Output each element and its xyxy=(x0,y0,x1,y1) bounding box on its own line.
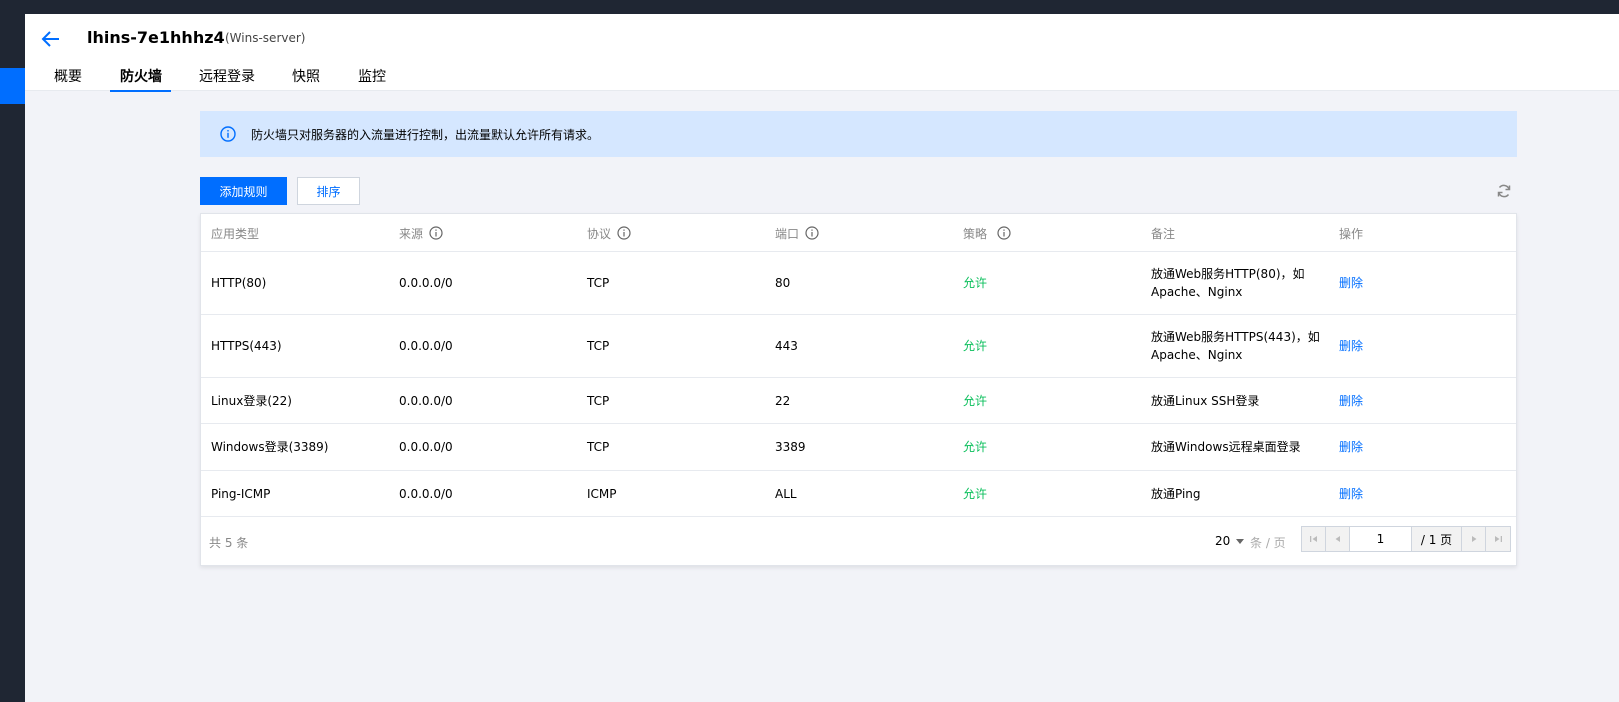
tab-firewall[interactable]: 防火墙 xyxy=(110,66,171,92)
cell-policy: 允许 xyxy=(963,276,988,290)
table-row: Linux登录(22) 0.0.0.0/0 TCP 22 允许 放通Linux … xyxy=(201,378,1516,424)
tab-overview[interactable]: 概要 xyxy=(54,66,82,91)
column-header-source: 来源 xyxy=(399,214,443,252)
cell-note: 放通Linux SSH登录 xyxy=(1151,393,1260,408)
cell-note: 放通Web服务HTTP(80)，如Apache、Nginx xyxy=(1151,267,1305,299)
first-page-icon[interactable] xyxy=(1302,527,1326,551)
add-rule-button[interactable]: 添加规则 xyxy=(200,177,287,205)
cell-port: 22 xyxy=(775,393,791,408)
info-circle-icon[interactable] xyxy=(805,226,819,240)
page-subtitle: (Wins-server) xyxy=(225,31,306,45)
cell-note: 放通Web服务HTTPS(443)，如Apache、Nginx xyxy=(1151,330,1320,362)
cell-port: 3389 xyxy=(775,440,806,454)
refresh-icon[interactable] xyxy=(1496,183,1512,199)
delete-link[interactable]: 删除 xyxy=(1339,471,1363,516)
per-page-label: 条 / 页 xyxy=(1250,536,1286,550)
caret-down-icon xyxy=(1236,538,1245,544)
column-header-label: 来源 xyxy=(399,226,424,241)
info-notice: 防火墙只对服务器的入流量进行控制，出流量默认允许所有请求。 xyxy=(200,111,1517,157)
cell-protocol: TCP xyxy=(587,339,610,353)
cell-app-type: HTTPS(443) xyxy=(211,339,282,353)
column-header-protocol: 协议 xyxy=(587,214,631,252)
cell-port: 80 xyxy=(775,276,791,290)
info-icon xyxy=(220,126,236,142)
cell-note: 放通Windows远程桌面登录 xyxy=(1151,440,1301,454)
cell-source: 0.0.0.0/0 xyxy=(399,339,453,353)
page-number-input[interactable] xyxy=(1350,527,1412,551)
table-row: HTTP(80) 0.0.0.0/0 TCP 80 允许 放通Web服务HTTP… xyxy=(201,252,1516,315)
last-page-icon[interactable] xyxy=(1486,527,1510,551)
column-header-label: 应用类型 xyxy=(211,226,260,241)
cell-port: ALL xyxy=(775,486,797,501)
delete-link[interactable]: 删除 xyxy=(1339,252,1363,314)
cell-policy: 允许 xyxy=(963,393,988,408)
column-header-label: 备注 xyxy=(1151,226,1176,241)
cell-protocol: ICMP xyxy=(587,486,617,501)
page-size-select[interactable]: 20 xyxy=(1215,534,1245,548)
page-size-value: 20 xyxy=(1215,534,1231,548)
column-header-label: 端口 xyxy=(775,226,800,241)
cell-protocol: TCP xyxy=(587,440,610,454)
cell-port: 443 xyxy=(775,339,798,353)
sidebar xyxy=(0,14,25,702)
delete-link[interactable]: 删除 xyxy=(1339,378,1363,423)
column-header-label: 协议 xyxy=(587,226,612,241)
cell-app-type: Linux登录(22) xyxy=(211,393,292,408)
cell-protocol: TCP xyxy=(587,393,610,408)
cell-app-type: Windows登录(3389) xyxy=(211,440,329,454)
cell-note: 放通Ping xyxy=(1151,486,1201,501)
column-header-label: 操作 xyxy=(1339,226,1364,241)
cell-source: 0.0.0.0/0 xyxy=(399,393,453,408)
total-count: 共 5 条 xyxy=(209,536,249,550)
cell-app-type: HTTP(80) xyxy=(211,276,267,290)
sidebar-active-item[interactable] xyxy=(0,68,25,104)
table-row: Windows登录(3389) 0.0.0.0/0 TCP 3389 允许 放通… xyxy=(201,424,1516,471)
pagination: / 1 页 xyxy=(1301,526,1511,552)
info-circle-icon[interactable] xyxy=(617,226,631,240)
column-header-action: 操作 xyxy=(1339,214,1363,252)
prev-page-icon[interactable] xyxy=(1326,527,1350,551)
table-header: 应用类型 来源 协议 端口 策略 备注 操作 xyxy=(201,214,1516,252)
tab-snapshot[interactable]: 快照 xyxy=(292,66,320,91)
tab-remote-login[interactable]: 远程登录 xyxy=(199,66,255,91)
column-header-label: 策略 xyxy=(963,226,988,241)
back-arrow-icon[interactable] xyxy=(41,30,61,48)
cell-policy: 允许 xyxy=(963,486,988,501)
table-row: HTTPS(443) 0.0.0.0/0 TCP 443 允许 放通Web服务H… xyxy=(201,315,1516,378)
cell-policy: 允许 xyxy=(963,440,988,454)
info-circle-icon[interactable] xyxy=(997,226,1011,240)
cell-policy: 允许 xyxy=(963,339,988,353)
info-circle-icon[interactable] xyxy=(429,226,443,240)
page-title: lhins-7e1hhhz4 xyxy=(87,28,225,47)
tab-monitoring[interactable]: 监控 xyxy=(358,66,386,91)
table-footer: 共 5 条 20 条 / 页 / 1 页 xyxy=(201,517,1516,565)
column-header-port: 端口 xyxy=(775,214,819,252)
cell-app-type: Ping-ICMP xyxy=(211,486,271,501)
cell-source: 0.0.0.0/0 xyxy=(399,440,453,454)
cell-protocol: TCP xyxy=(587,276,610,290)
sort-button[interactable]: 排序 xyxy=(297,177,360,205)
delete-link[interactable]: 删除 xyxy=(1339,315,1363,377)
top-bar xyxy=(0,0,1619,14)
cell-source: 0.0.0.0/0 xyxy=(399,276,453,290)
next-page-icon[interactable] xyxy=(1462,527,1486,551)
firewall-rules-table: 应用类型 来源 协议 端口 策略 备注 操作 HTTP(80) 0.0.0.0/… xyxy=(200,213,1517,566)
column-header-app-type: 应用类型 xyxy=(211,214,259,252)
page-header: lhins-7e1hhhz4 (Wins-server) 概要 防火墙 远程登录… xyxy=(25,14,1619,92)
total-pages: / 1 页 xyxy=(1412,527,1462,551)
cell-source: 0.0.0.0/0 xyxy=(399,486,453,501)
column-header-note: 备注 xyxy=(1151,214,1175,252)
table-row: Ping-ICMP 0.0.0.0/0 ICMP ALL 允许 放通Ping 删… xyxy=(201,471,1516,517)
column-header-policy: 策略 xyxy=(963,214,1011,252)
notice-text: 防火墙只对服务器的入流量进行控制，出流量默认允许所有请求。 xyxy=(251,127,600,142)
delete-link[interactable]: 删除 xyxy=(1339,424,1363,470)
